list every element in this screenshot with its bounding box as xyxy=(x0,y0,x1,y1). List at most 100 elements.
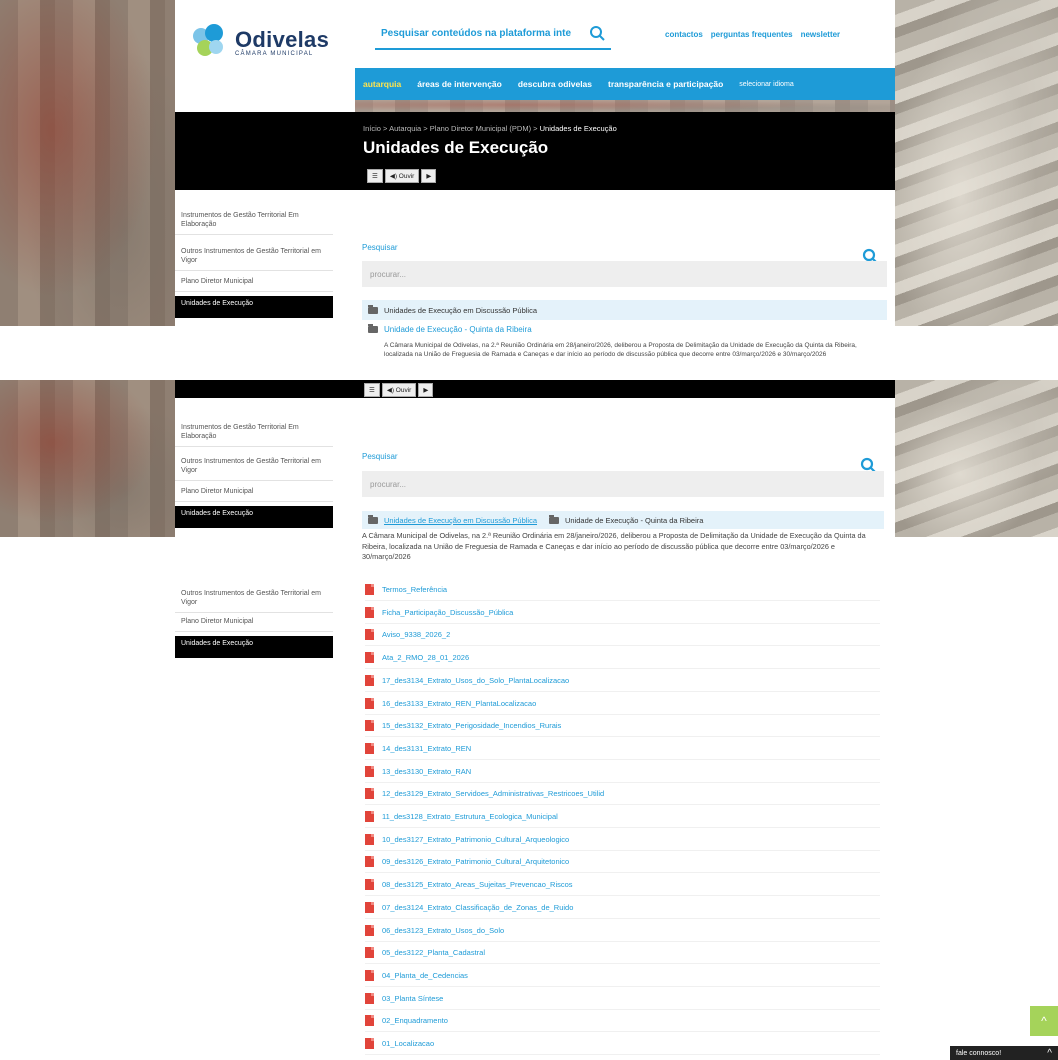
file-name[interactable]: 02_Enquadramento xyxy=(382,1016,448,1025)
play-button[interactable]: ▶ xyxy=(421,169,437,183)
file-item[interactable]: 15_des3132_Extrato_Perigosidade_Incendio… xyxy=(365,715,880,738)
file-item[interactable]: 05_des3122_Planta_Cadastral xyxy=(365,942,880,965)
content-search-input[interactable]: procurar... xyxy=(362,261,887,287)
play-button[interactable]: ▶ xyxy=(418,383,434,397)
pdf-icon xyxy=(365,788,374,800)
file-item[interactable]: 01_Localizacao xyxy=(365,1033,880,1055)
back-to-top-button[interactable]: ^ xyxy=(1030,1006,1058,1036)
file-item[interactable]: 10_des3127_Extrato_Patrimonio_Cultural_A… xyxy=(365,829,880,851)
file-item[interactable]: Termos_Referência xyxy=(365,579,880,601)
file-name[interactable]: 06_des3123_Extrato_Usos_do_Solo xyxy=(382,926,504,935)
file-item[interactable]: 08_des3125_Extrato_Areas_Sujeitas_Preven… xyxy=(365,874,880,897)
file-name[interactable]: 13_des3130_Extrato_RAN xyxy=(382,767,471,776)
nav-autarquia[interactable]: autarquia xyxy=(355,79,409,89)
file-name[interactable]: 14_des3131_Extrato_REN xyxy=(382,744,471,753)
sidebar-item-em-elaboracao[interactable]: Instrumentos de Gestão Territorial Em El… xyxy=(175,420,333,447)
listen-button[interactable]: ◀) Ouvir xyxy=(381,383,417,397)
sidebar-item-unidades-execucao[interactable]: Unidades de Execução xyxy=(175,506,333,528)
sidebar-item-unidades-execucao[interactable]: Unidades de Execução xyxy=(175,296,333,318)
sidebar-item-plano-diretor[interactable]: Plano Diretor Municipal xyxy=(175,484,333,502)
pdf-icon xyxy=(365,969,374,981)
link-contactos[interactable]: contactos xyxy=(665,30,703,39)
file-item[interactable]: 09_des3126_Extrato_Patrimonio_Cultural_A… xyxy=(365,851,880,874)
file-item[interactable]: 07_des3124_Extrato_Classificação_de_Zona… xyxy=(365,897,880,919)
file-item[interactable]: 12_des3129_Extrato_Servidoes_Administrat… xyxy=(365,783,880,806)
file-item[interactable]: 04_Planta_de_Cedencias xyxy=(365,965,880,987)
nav-transparencia[interactable]: transparência e participação xyxy=(600,79,731,89)
audio-menu-button[interactable]: ☰ xyxy=(364,383,380,397)
file-name[interactable]: 03_Planta Síntese xyxy=(382,994,443,1003)
file-item[interactable]: 06_des3123_Extrato_Usos_do_Solo xyxy=(365,920,880,942)
pdf-icon xyxy=(365,901,374,913)
link-perguntas-frequentes[interactable]: perguntas frequentes xyxy=(711,30,793,39)
file-name[interactable]: 01_Localizacao xyxy=(382,1039,434,1048)
sidebar-item-unidades-execucao[interactable]: Unidades de Execução xyxy=(175,636,333,658)
search-label: Pesquisar xyxy=(362,452,398,461)
sidebar-item-em-elaboracao[interactable]: Instrumentos de Gestão Territorial Em El… xyxy=(175,208,333,235)
pdf-icon xyxy=(365,606,374,618)
folder-label[interactable]: Unidades de Execução em Discussão Públic… xyxy=(384,306,537,315)
file-name[interactable]: Ficha_Participação_Discussão_Pública xyxy=(382,608,513,617)
audio-menu-button[interactable]: ☰ xyxy=(367,169,383,183)
contact-bar[interactable]: fale connosco! ^ xyxy=(950,1046,1058,1060)
sidebar-item-outros-instrumentos[interactable]: Outros Instrumentos de Gestão Territoria… xyxy=(175,244,333,271)
nav-selecionar-idioma[interactable]: selecionar idioma xyxy=(731,81,801,88)
site-header: Odivelas CÂMARA MUNICIPAL Pesquisar cont… xyxy=(175,0,895,100)
site-search-input[interactable]: Pesquisar conteúdos na plataforma inte xyxy=(381,28,571,39)
file-name[interactable]: 17_des3134_Extrato_Usos_do_Solo_PlantaLo… xyxy=(382,676,569,685)
file-name[interactable]: 15_des3132_Extrato_Perigosidade_Incendio… xyxy=(382,721,561,730)
listen-button[interactable]: ◀) Ouvir xyxy=(384,169,420,183)
description-text: A Câmara Municipal de Odivelas, na 2.ª R… xyxy=(362,531,866,562)
file-name[interactable]: Aviso_9338_2026_2 xyxy=(382,630,450,639)
file-item[interactable]: 13_des3130_Extrato_RAN xyxy=(365,761,880,783)
pdf-icon xyxy=(365,856,374,868)
file-item[interactable]: 03_Planta Síntese xyxy=(365,988,880,1010)
search-icon[interactable] xyxy=(589,25,605,41)
file-item[interactable]: Ata_2_RMO_28_01_2026 xyxy=(365,647,880,670)
brand-logo[interactable]: Odivelas CÂMARA MUNICIPAL xyxy=(193,24,329,60)
file-item[interactable]: 14_des3131_Extrato_REN xyxy=(365,738,880,760)
file-item[interactable]: Ficha_Participação_Discussão_Pública xyxy=(365,602,880,624)
file-name[interactable]: Ata_2_RMO_28_01_2026 xyxy=(382,653,469,662)
link-newsletter[interactable]: newsletter xyxy=(801,30,841,39)
breadcrumb-item[interactable]: Início xyxy=(363,124,381,133)
folder-row[interactable]: Unidades de Execução em Discussão Públic… xyxy=(362,300,887,320)
nav-areas-de-intervencao[interactable]: áreas de intervenção xyxy=(409,79,510,89)
sidebar-item-plano-diretor[interactable]: Plano Diretor Municipal xyxy=(175,274,333,292)
nav-descubra-odivelas[interactable]: descubra odivelas xyxy=(510,79,600,89)
breadcrumb-item[interactable]: Plano Diretor Municipal (PDM) xyxy=(430,124,531,133)
breadcrumb-item[interactable]: Autarquia xyxy=(389,124,421,133)
background-left-mid xyxy=(0,380,175,537)
sidebar-item-outros-instrumentos[interactable]: Outros Instrumentos de Gestão Territoria… xyxy=(175,586,333,613)
chevron-up-icon: ^ xyxy=(1047,1047,1052,1059)
background-left-top xyxy=(0,0,175,326)
sidebar-item-outros-instrumentos[interactable]: Outros Instrumentos de Gestão Territoria… xyxy=(175,454,333,481)
file-name[interactable]: 09_des3126_Extrato_Patrimonio_Cultural_A… xyxy=(382,857,569,866)
site-search[interactable]: Pesquisar conteúdos na plataforma inte xyxy=(375,18,611,50)
sidebar-item-plano-diretor[interactable]: Plano Diretor Municipal xyxy=(175,614,333,632)
file-name[interactable]: 05_des3122_Planta_Cadastral xyxy=(382,948,485,957)
file-name[interactable]: 10_des3127_Extrato_Patrimonio_Cultural_A… xyxy=(382,835,569,844)
file-name[interactable]: 07_des3124_Extrato_Classificação_de_Zona… xyxy=(382,903,573,912)
file-item[interactable]: 17_des3134_Extrato_Usos_do_Solo_PlantaLo… xyxy=(365,670,880,692)
folder-icon xyxy=(549,514,559,524)
breadcrumb-folders: Unidades de Execução em Discussão Públic… xyxy=(362,511,884,529)
content-search-input[interactable]: procurar... xyxy=(362,471,884,497)
file-name[interactable]: 04_Planta_de_Cedencias xyxy=(382,971,468,980)
file-name[interactable]: 16_des3133_Extrato_REN_PlantaLocalizacao xyxy=(382,699,536,708)
file-item[interactable]: Aviso_9338_2026_2 xyxy=(365,624,880,647)
file-name[interactable]: 08_des3125_Extrato_Areas_Sujeitas_Preven… xyxy=(382,880,573,889)
file-name[interactable]: 11_des3128_Extrato_Estrutura_Ecologica_M… xyxy=(382,812,558,821)
subfolder-label[interactable]: Unidade de Execução - Quinta da Ribeira xyxy=(384,325,532,334)
audio-player: ☰ ◀) Ouvir ▶ xyxy=(367,169,437,183)
title-band-repeat: ☰ ◀) Ouvir ▶ xyxy=(175,380,895,398)
description-text: A Câmara Municipal de Odivelas, na 2.ª R… xyxy=(384,342,857,359)
file-item[interactable]: 11_des3128_Extrato_Estrutura_Ecologica_M… xyxy=(365,806,880,828)
file-name[interactable]: 12_des3129_Extrato_Servidoes_Administrat… xyxy=(382,789,604,798)
folder-link[interactable]: Unidades de Execução em Discussão Públic… xyxy=(384,516,537,525)
title-band: Início > Autarquia > Plano Diretor Munic… xyxy=(175,112,895,190)
file-item[interactable]: 02_Enquadramento xyxy=(365,1010,880,1033)
subfolder-row[interactable]: Unidade de Execução - Quinta da Ribeira xyxy=(368,324,532,334)
file-name[interactable]: Termos_Referência xyxy=(382,585,447,594)
file-item[interactable]: 16_des3133_Extrato_REN_PlantaLocalizacao xyxy=(365,693,880,715)
